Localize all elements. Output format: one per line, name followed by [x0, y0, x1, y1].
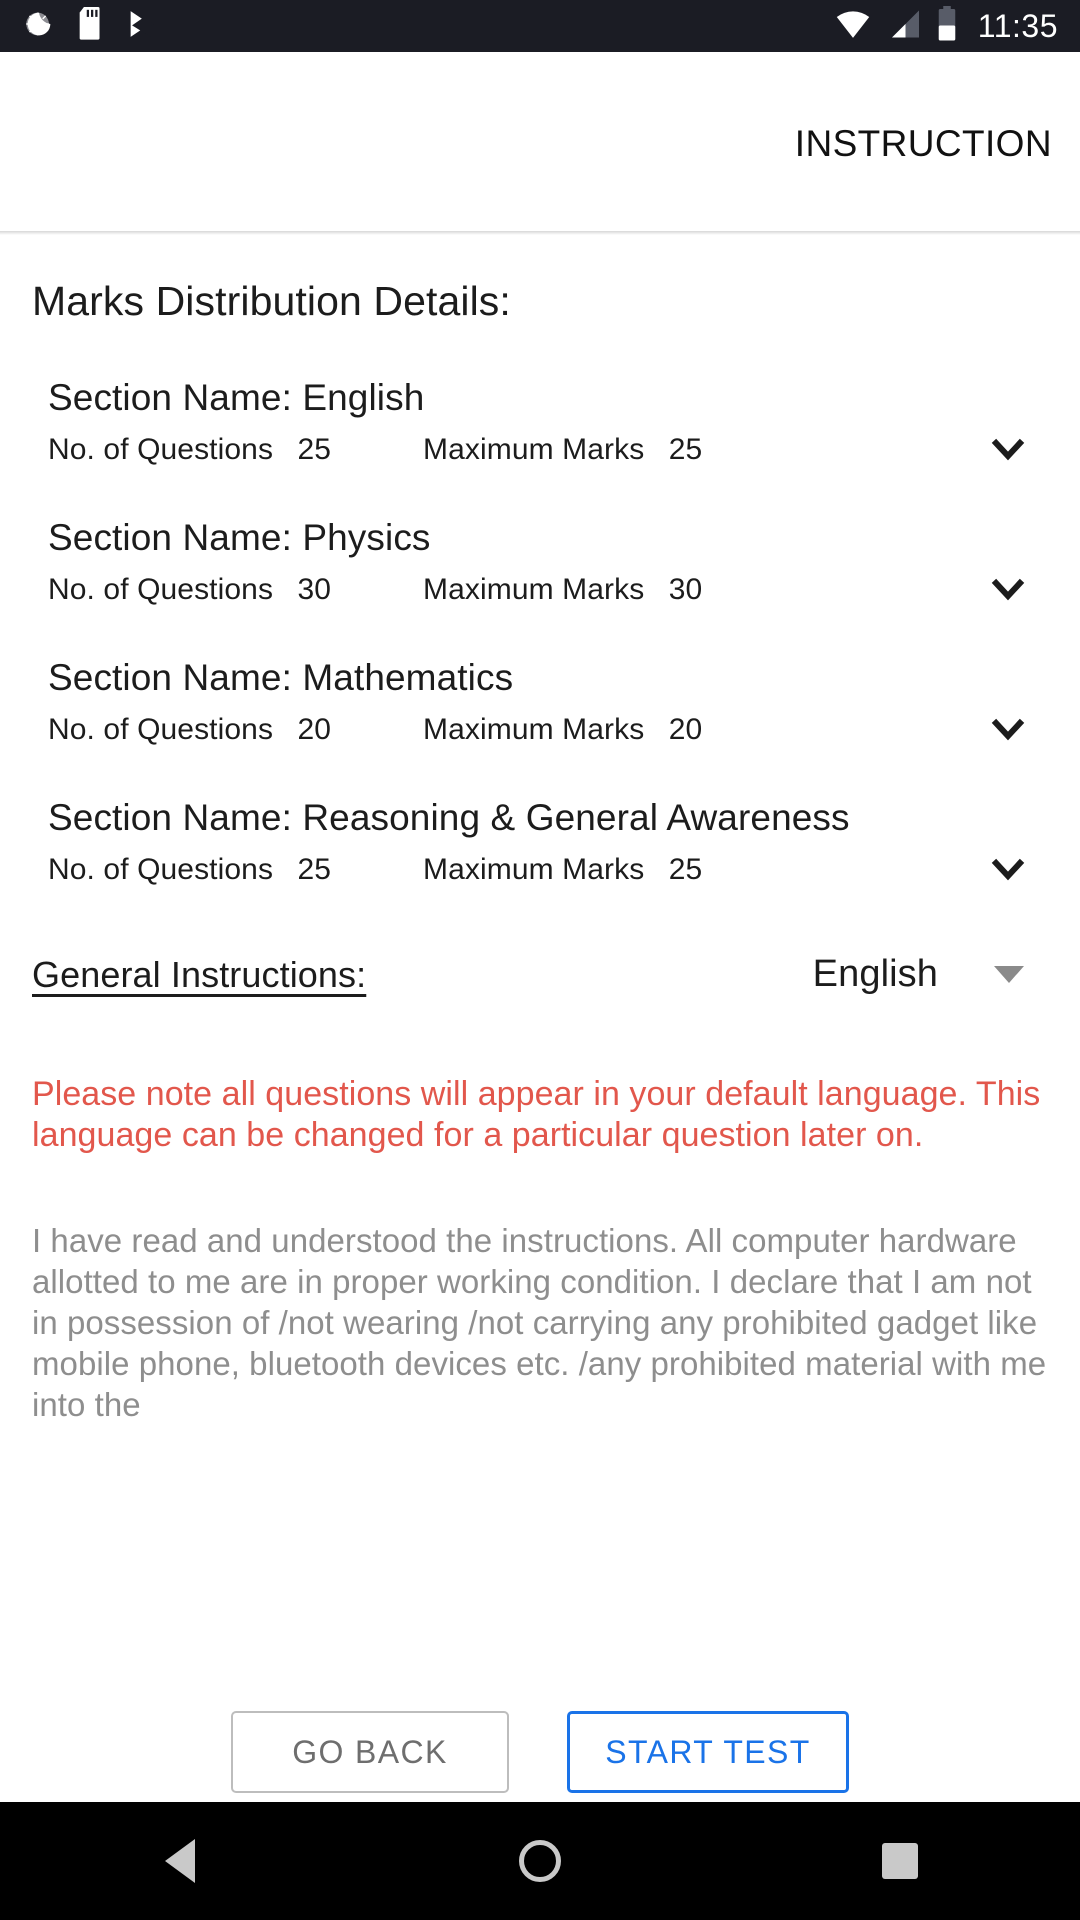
go-back-button[interactable]: GO BACK — [231, 1711, 509, 1793]
app-bar: INSTRUCTION — [0, 52, 1080, 235]
status-bar-right-icons: 11:35 — [834, 5, 1058, 47]
section-name: Section Name: Mathematics — [48, 657, 514, 698]
nav-back-icon[interactable] — [110, 1802, 250, 1920]
status-bar: 11:35 — [0, 0, 1080, 52]
status-bar-clock: 11:35 — [977, 7, 1058, 44]
sync-spinner-icon — [22, 7, 56, 46]
section-marks: Maximum Marks 25 — [423, 853, 702, 887]
marks-value: 25 — [668, 853, 703, 886]
marks-label: Maximum Marks — [423, 713, 645, 746]
marks-distribution-heading: Marks Distribution Details: — [32, 278, 511, 324]
page-title: INSTRUCTION — [794, 122, 1052, 164]
questions-value: 30 — [297, 573, 332, 606]
section-marks: Maximum Marks 30 — [423, 573, 702, 607]
questions-label: No. of Questions — [48, 713, 274, 746]
language-selected-value: English — [812, 953, 938, 995]
marks-label: Maximum Marks — [423, 573, 645, 606]
language-warning-text: Please note all questions will appear in… — [32, 1075, 1041, 1154]
section-questions: No. of Questions 25 — [48, 853, 423, 887]
language-selector[interactable]: English — [813, 953, 1080, 996]
section-name: Section Name: Reasoning & General Awaren… — [48, 797, 850, 838]
instruction-scroll-content[interactable]: Marks Distribution Details: Section Name… — [0, 235, 1080, 1702]
section-name: Section Name: English — [48, 377, 425, 418]
marks-label: Maximum Marks — [423, 853, 645, 886]
marks-label: Maximum Marks — [423, 433, 645, 466]
general-instructions-label: General Instructions: — [32, 953, 367, 995]
questions-value: 25 — [297, 433, 332, 466]
sd-card-icon — [76, 6, 106, 46]
questions-value: 25 — [297, 853, 332, 886]
section-row[interactable]: Section Name: Physics No. of Questions 3… — [0, 517, 1080, 607]
section-name: Section Name: Physics — [48, 517, 431, 558]
questions-value: 20 — [297, 713, 332, 746]
declaration-text: I have read and understood the instructi… — [32, 1222, 1047, 1423]
marks-value: 30 — [668, 573, 703, 606]
nav-recents-icon[interactable] — [830, 1802, 970, 1920]
questions-label: No. of Questions — [48, 853, 274, 886]
nav-home-icon[interactable] — [470, 1802, 610, 1920]
section-meta: No. of Questions 25 Maximum Marks 25 — [48, 853, 1080, 887]
section-meta: No. of Questions 20 Maximum Marks 20 — [48, 713, 1080, 747]
sections-list: Section Name: English No. of Questions 2… — [0, 377, 1080, 887]
section-questions: No. of Questions 20 — [48, 713, 423, 747]
section-questions: No. of Questions 25 — [48, 433, 423, 467]
questions-label: No. of Questions — [48, 573, 274, 606]
chevron-down-icon[interactable] — [984, 845, 1032, 893]
start-test-button[interactable]: START TEST — [567, 1711, 849, 1793]
battery-icon — [936, 5, 958, 47]
section-row[interactable]: Section Name: Reasoning & General Awaren… — [0, 797, 1080, 887]
wifi-icon — [834, 7, 872, 46]
section-row[interactable]: Section Name: English No. of Questions 2… — [0, 377, 1080, 467]
chevron-down-icon[interactable] — [984, 565, 1032, 613]
bluetooth-share-icon — [126, 7, 158, 46]
section-meta: No. of Questions 25 Maximum Marks 25 — [48, 433, 1080, 467]
questions-label: No. of Questions — [48, 433, 274, 466]
marks-value: 25 — [668, 433, 703, 466]
section-row[interactable]: Section Name: Mathematics No. of Questio… — [0, 657, 1080, 747]
section-meta: No. of Questions 30 Maximum Marks 30 — [48, 573, 1080, 607]
chevron-down-icon[interactable] — [984, 425, 1032, 473]
cellular-signal-icon — [886, 7, 922, 46]
section-marks: Maximum Marks 20 — [423, 713, 702, 747]
bottom-action-bar: GO BACK START TEST — [0, 1702, 1080, 1802]
marks-value: 20 — [668, 713, 703, 746]
caret-down-icon — [994, 966, 1024, 983]
android-navigation-bar — [0, 1802, 1080, 1920]
chevron-down-icon[interactable] — [984, 705, 1032, 753]
general-instructions-row: General Instructions: English — [0, 953, 1080, 996]
status-bar-left-icons — [22, 6, 158, 46]
section-marks: Maximum Marks 25 — [423, 433, 702, 467]
section-questions: No. of Questions 30 — [48, 573, 423, 607]
